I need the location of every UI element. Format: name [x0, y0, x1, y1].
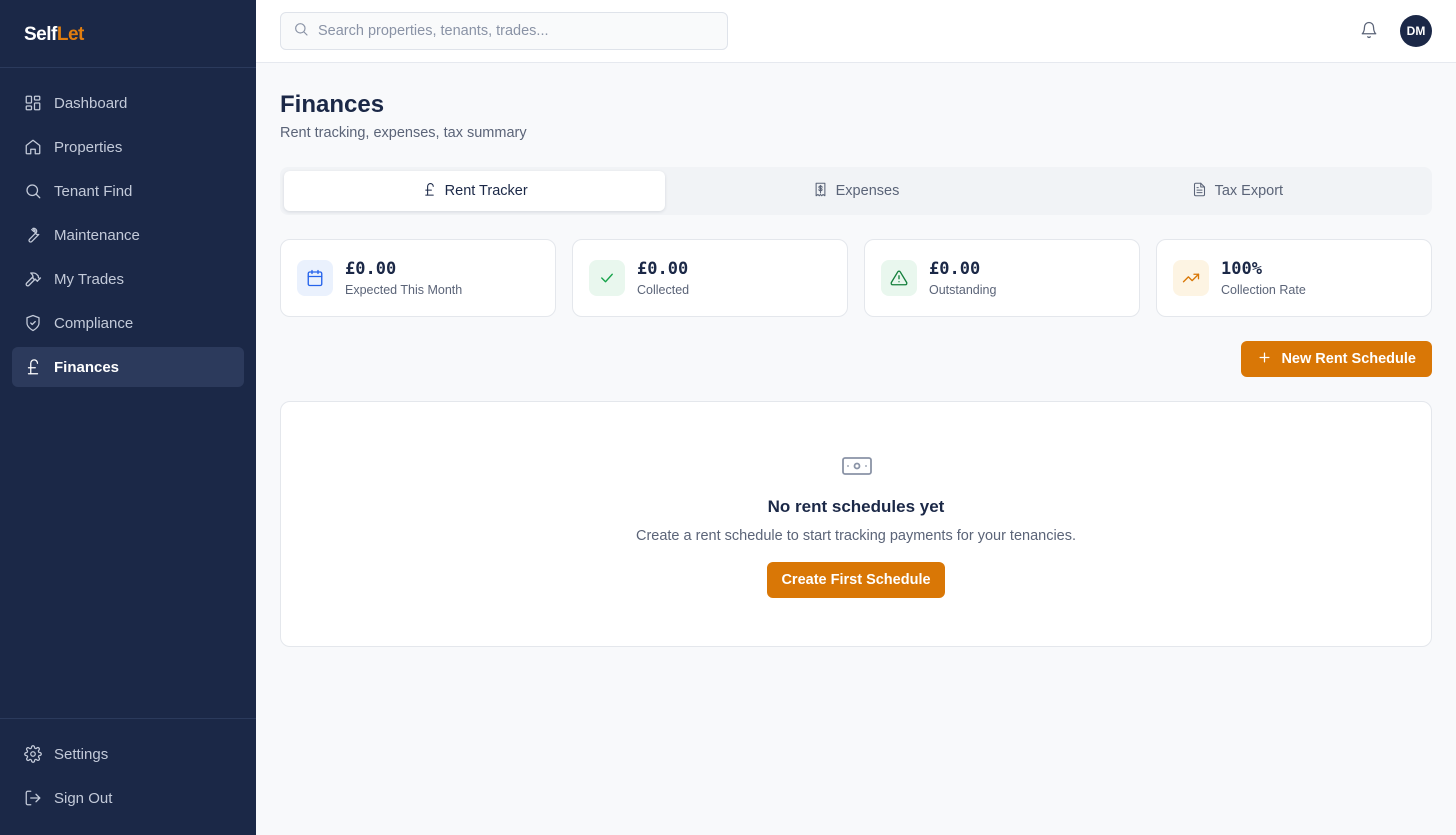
stat-card-collection-rate: 100% Collection Rate [1156, 239, 1432, 317]
page-title: Finances [280, 91, 385, 118]
dashboard-icon [24, 94, 42, 112]
bell-icon[interactable] [1360, 21, 1380, 41]
sidebar-item-maintenance[interactable]: Maintenance [12, 215, 244, 255]
calendar-icon [297, 260, 333, 296]
search-input[interactable] [318, 23, 718, 39]
create-first-schedule-button[interactable]: Create First Schedule [767, 562, 945, 598]
stat-value: £0.00 [345, 259, 397, 279]
stat-label: Outstanding [929, 283, 997, 297]
sidebar-item-label: Tenant Find [54, 182, 133, 200]
home-icon [24, 138, 42, 156]
stat-card-expected: £0.00 Expected This Month [280, 239, 556, 317]
stats-row: £0.00 Expected This Month £0.00 Collecte… [280, 239, 1432, 317]
stat-value: £0.00 [929, 259, 981, 279]
empty-state-text: Create a rent schedule to start tracking… [635, 528, 1077, 544]
sidebar-item-my-trades[interactable]: My Trades [12, 259, 244, 299]
banknote-icon [841, 452, 873, 480]
stat-value: £0.00 [637, 259, 689, 279]
tab-label: Tax Export [1214, 183, 1284, 199]
stat-label: Expected This Month [345, 283, 463, 297]
sidebar-bottom: Settings Sign Out [0, 718, 256, 822]
sidebar-item-properties[interactable]: Properties [12, 127, 244, 167]
hammer-icon [24, 270, 42, 288]
tab-label: Expenses [835, 183, 900, 199]
pound-icon [24, 358, 42, 376]
gear-icon [24, 745, 42, 763]
button-label: New Rent Schedule [1281, 351, 1416, 367]
stat-label: Collection Rate [1221, 283, 1306, 297]
page-subtitle: Rent tracking, expenses, tax summary [280, 125, 527, 141]
receipt-icon [813, 182, 836, 201]
tab-expenses[interactable]: Expenses [665, 171, 1046, 211]
tab-tax-export[interactable]: Tax Export [1047, 171, 1428, 211]
stat-card-collected: £0.00 Collected [572, 239, 848, 317]
top-bar: DM [256, 0, 1456, 63]
tab-rent-tracker[interactable]: Rent Tracker [284, 171, 666, 211]
sidebar-item-dashboard[interactable]: Dashboard [12, 83, 244, 123]
stat-label: Collected [637, 283, 690, 297]
shield-check-icon [24, 314, 42, 332]
sidebar-item-tenant-find[interactable]: Tenant Find [12, 171, 244, 211]
sidebar-item-label: Sign Out [54, 789, 113, 807]
tab-bar: Rent Tracker Expenses Tax Export [280, 167, 1432, 215]
avatar[interactable]: DM [1400, 15, 1432, 47]
sidebar-item-label: Finances [54, 358, 120, 376]
sidebar-item-label: Properties [54, 138, 123, 156]
document-icon [1192, 182, 1215, 201]
brand-logo[interactable]: SelfLet [0, 0, 256, 68]
warning-icon [881, 260, 917, 296]
stat-card-outstanding: £0.00 Outstanding [864, 239, 1140, 317]
sidebar-item-label: Dashboard [54, 94, 128, 112]
check-icon [589, 260, 625, 296]
sign-out-icon [24, 789, 42, 807]
sidebar-nav: Dashboard Properties Tenant Find Mainten… [12, 83, 244, 391]
plus-icon [1257, 350, 1281, 369]
sidebar-item-label: Maintenance [54, 226, 140, 244]
sidebar-item-label: Compliance [54, 314, 134, 332]
empty-state-title: No rent schedules yet [767, 497, 945, 516]
stat-value: 100% [1221, 259, 1262, 279]
sidebar-item-sign-out[interactable]: Sign Out [12, 778, 244, 818]
pound-icon [422, 182, 445, 201]
sidebar-item-settings[interactable]: Settings [12, 734, 244, 774]
sidebar-item-label: Settings [54, 745, 109, 763]
sidebar-item-finances[interactable]: Finances [12, 347, 244, 387]
empty-state-panel: No rent schedules yet Create a rent sche… [280, 401, 1432, 647]
new-rent-schedule-button[interactable]: New Rent Schedule [1241, 341, 1432, 377]
tab-label: Rent Tracker [444, 183, 528, 199]
wrench-icon [24, 226, 42, 244]
trending-up-icon [1173, 260, 1209, 296]
search-box[interactable] [280, 12, 728, 50]
search-icon [293, 21, 309, 42]
sidebar-item-label: My Trades [54, 270, 125, 288]
sidebar: SelfLet Dashboard Properties Tenant Find… [0, 0, 256, 835]
search-icon [24, 182, 42, 200]
sidebar-item-compliance[interactable]: Compliance [12, 303, 244, 343]
